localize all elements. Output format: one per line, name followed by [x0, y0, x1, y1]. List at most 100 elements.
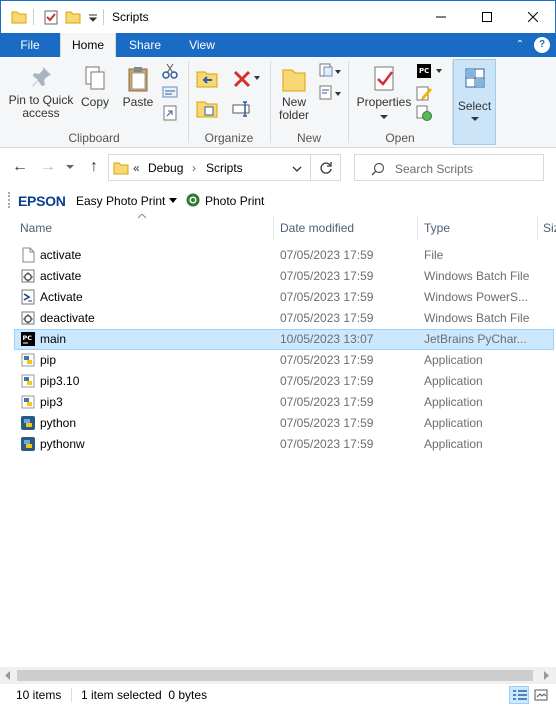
address-dropdown-icon[interactable] [292, 166, 302, 172]
search-box[interactable]: Search Scripts [354, 154, 544, 181]
select-dropdown-icon [471, 117, 479, 121]
column-divider[interactable] [273, 216, 274, 240]
refresh-button[interactable] [311, 154, 341, 181]
minimize-icon [436, 16, 446, 18]
scroll-left-icon[interactable] [4, 671, 12, 680]
back-icon[interactable]: ← [12, 159, 28, 175]
column-divider[interactable] [417, 216, 418, 240]
list-item[interactable]: activate 07/05/2023 17:59 File [14, 245, 554, 266]
ribbon-tab-bar: File Home Share View ⌃ ? [0, 33, 556, 57]
new-folder-quick-icon[interactable] [65, 9, 81, 25]
new-item-icon[interactable] [318, 63, 342, 79]
photo-print-button[interactable]: Photo Print [205, 194, 264, 208]
clipboard-group-label: Clipboard [68, 131, 120, 145]
large-icons-view-icon [534, 689, 548, 701]
up-icon[interactable]: ↑ [86, 159, 102, 175]
copy-button[interactable]: Copy [78, 65, 112, 109]
tab-home[interactable]: Home [60, 33, 116, 57]
rename-icon[interactable] [232, 99, 252, 119]
close-icon [528, 12, 538, 22]
python-app-icon [21, 374, 35, 388]
delete-icon[interactable] [232, 69, 252, 89]
column-date-modified[interactable]: Date modified [280, 221, 354, 235]
list-item[interactable]: pip3.10 07/05/2023 17:59 Application [14, 371, 554, 392]
list-item[interactable]: pip3 07/05/2023 17:59 Application [14, 392, 554, 413]
list-item-selected[interactable]: PC main 10/05/2023 13:07 JetBrains PyCha… [14, 329, 554, 350]
list-item[interactable]: deactivate 07/05/2023 17:59 Windows Batc… [14, 308, 554, 329]
paste-button[interactable]: Paste [120, 65, 156, 109]
selection-info: 1 item selected 0 bytes [81, 688, 208, 702]
history-icon[interactable] [416, 105, 432, 121]
batch-file-icon [21, 269, 35, 283]
delete-dropdown-icon[interactable] [254, 75, 260, 81]
address-bar[interactable]: « Debug › Scripts [108, 154, 311, 181]
new-folder-icon [282, 69, 306, 92]
breadcrumb-scripts[interactable]: Scripts [206, 161, 243, 175]
column-size[interactable]: Siz [543, 221, 556, 235]
copy-to-icon[interactable] [196, 99, 220, 119]
easy-photo-print-dropdown-icon[interactable] [169, 198, 177, 204]
column-divider[interactable] [537, 216, 538, 240]
tab-file[interactable]: File [0, 33, 60, 57]
list-item[interactable]: python 07/05/2023 17:59 Application [14, 413, 554, 434]
sort-indicator-icon [138, 214, 146, 219]
easy-access-icon[interactable] [318, 85, 342, 101]
breadcrumb-separator-icon: › [192, 161, 196, 175]
search-input[interactable]: Search Scripts [395, 162, 473, 176]
toolbar-grip[interactable] [8, 192, 10, 208]
folder-icon [11, 11, 27, 24]
select-button[interactable]: Select [453, 59, 496, 145]
pin-icon [32, 67, 51, 87]
window-title: Scripts [112, 10, 149, 24]
edit-icon[interactable] [416, 85, 432, 101]
large-icons-view-button[interactable] [531, 686, 551, 704]
scroll-right-icon[interactable] [542, 671, 550, 680]
recent-locations-icon[interactable] [66, 164, 74, 170]
column-type[interactable]: Type [424, 221, 450, 235]
collapse-ribbon-icon[interactable]: ⌃ [512, 37, 528, 53]
list-item[interactable]: pythonw 07/05/2023 17:59 Application [14, 434, 554, 455]
pycharm-open-icon[interactable]: PC [416, 63, 444, 79]
paste-shortcut-icon[interactable] [162, 105, 178, 121]
maximize-button[interactable] [464, 1, 510, 33]
customize-toolbar-icon[interactable] [87, 9, 99, 25]
status-bar: 10 items 1 item selected 0 bytes [0, 684, 556, 707]
copy-path-icon[interactable] [162, 85, 178, 99]
paste-icon [128, 67, 148, 92]
column-headers: Name Date modified Type Siz [0, 214, 556, 240]
minimize-button[interactable] [418, 1, 464, 33]
scrollbar-thumb[interactable] [17, 670, 533, 681]
close-button[interactable] [510, 1, 556, 33]
help-icon[interactable]: ? [534, 37, 550, 53]
select-label: Select [457, 99, 492, 113]
svg-text:PC: PC [419, 67, 429, 75]
properties-button[interactable]: Properties [354, 65, 414, 123]
list-item[interactable]: pip 07/05/2023 17:59 Application [14, 350, 554, 371]
powershell-icon [21, 289, 35, 305]
blank-file-icon [22, 247, 35, 263]
list-item[interactable]: activate 07/05/2023 17:59 Windows Batch … [14, 266, 554, 287]
status-divider [71, 688, 72, 702]
details-view-button[interactable] [509, 686, 529, 704]
new-folder-button[interactable]: New folder [274, 65, 314, 122]
item-count: 10 items [16, 688, 62, 702]
new-group-label: New [296, 131, 321, 145]
breadcrumb-debug[interactable]: Debug [148, 161, 183, 175]
pycharm-icon: PC [21, 332, 35, 346]
horizontal-scrollbar[interactable] [0, 667, 556, 684]
easy-photo-print-menu[interactable]: Easy Photo Print [76, 194, 165, 208]
maximize-icon [482, 12, 492, 22]
open-group-label: Open [385, 131, 415, 145]
pin-to-quick-access-button[interactable]: Pin to Quick access [4, 65, 78, 120]
column-name[interactable]: Name [20, 221, 52, 235]
tab-share[interactable]: Share [116, 33, 174, 57]
batch-file-icon [21, 311, 35, 325]
cut-icon[interactable] [162, 63, 178, 79]
list-item[interactable]: Activate 07/05/2023 17:59 Windows PowerS… [14, 287, 554, 308]
tab-view[interactable]: View [174, 33, 230, 57]
address-prefix: « [133, 161, 140, 175]
forward-icon[interactable]: → [40, 159, 56, 175]
properties-quick-icon[interactable] [43, 9, 59, 25]
organize-group-label: Organize [204, 131, 254, 145]
move-to-icon[interactable] [196, 69, 220, 89]
